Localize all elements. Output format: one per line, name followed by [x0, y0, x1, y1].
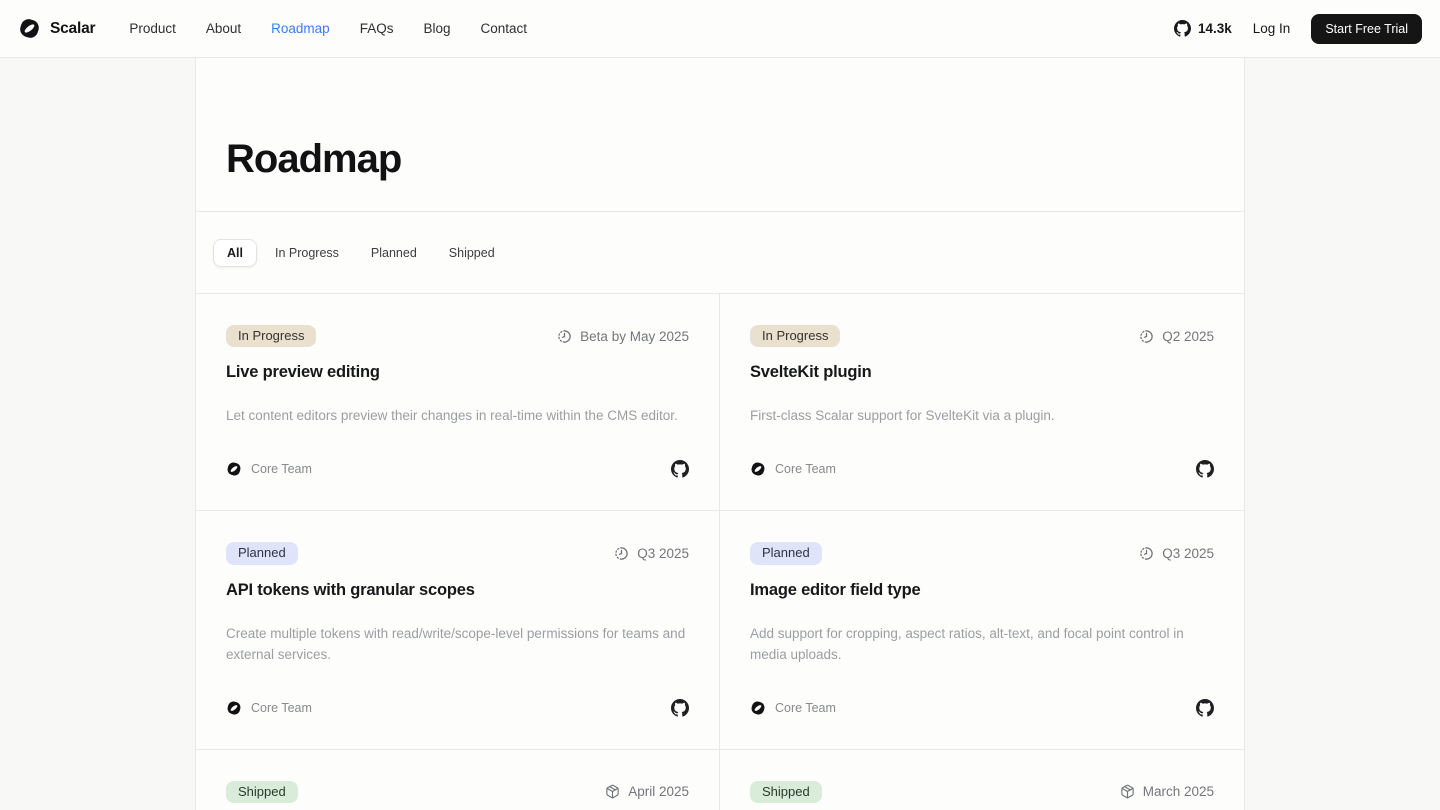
roadmap-card: ShippedApril 2025Code-first schema sync — [196, 749, 720, 810]
card-meta-text: Q3 2025 — [637, 545, 689, 561]
card-team: Core Team — [226, 700, 312, 716]
card-footer: Core Team — [750, 665, 1214, 717]
filter-shipped[interactable]: Shipped — [435, 239, 509, 267]
brand-name: Scalar — [50, 19, 96, 37]
roadmap-grid: In Progress Beta by May 2025 Live preview … — [196, 294, 1244, 810]
start-free-trial-button[interactable]: Start Free Trial — [1311, 13, 1422, 44]
filter-in-progress[interactable]: In Progress — [261, 239, 353, 267]
roadmap-card: In Progress Beta by May 2025 Live preview … — [196, 294, 720, 512]
card-team: Core Team — [750, 700, 836, 716]
team-name: Core Team — [775, 700, 836, 715]
github-icon — [1173, 20, 1191, 37]
scalar-logo-icon — [750, 700, 766, 716]
roadmap-card: ShippedMarch 2025GitHub integration (bet… — [720, 750, 1244, 810]
card-meta: Beta by May 2025 — [557, 329, 689, 344]
scalar-logo-icon — [750, 461, 766, 477]
github-star-count: 14.3k — [1197, 21, 1232, 36]
status-badge: In Progress — [226, 325, 317, 348]
page-title: Roadmap — [226, 137, 402, 181]
scalar-logo-icon — [18, 17, 41, 40]
content-column: Roadmap All In Progress Planned Shipped In … — [195, 58, 1245, 810]
card-footer: Core Team — [750, 426, 1214, 478]
github-icon[interactable] — [1196, 698, 1214, 717]
top-navbar: Scalar Product About Roadmap FAQs Blog Contac… — [0, 0, 1440, 58]
card-footer: Core Team — [226, 665, 689, 717]
nav-item-about[interactable]: About — [206, 21, 241, 36]
brand[interactable]: Scalar — [18, 17, 96, 40]
clock-icon — [557, 329, 572, 344]
card-meta: March 2025 — [1120, 784, 1214, 799]
card-meta-text: March 2025 — [1142, 784, 1214, 800]
card-description: First-class Scalar support for SvelteKit… — [750, 408, 1055, 424]
filter-all[interactable]: All — [213, 238, 257, 267]
card-meta: Q3 2025 — [614, 546, 689, 561]
nav-item-faqs[interactable]: FAQs — [360, 21, 394, 36]
team-name: Core Team — [251, 462, 312, 477]
filter-planned[interactable]: Planned — [357, 239, 431, 267]
login-link[interactable]: Log In — [1253, 21, 1291, 36]
status-badge: In Progress — [750, 325, 841, 348]
card-meta-text: Q3 2025 — [1162, 545, 1214, 561]
status-badge: Planned — [226, 542, 298, 565]
roadmap-card: Planned Q3 2025 Image editor field type Add… — [720, 511, 1244, 750]
scalar-logo-icon — [226, 700, 242, 716]
github-icon[interactable] — [671, 460, 689, 478]
card-team: Core Team — [226, 461, 312, 477]
card-meta: April 2025 — [605, 784, 689, 799]
card-team: Core Team — [750, 461, 836, 477]
card-description: Let content editors preview their change… — [226, 408, 678, 424]
status-badge: Planned — [750, 542, 822, 565]
card-title: Live preview editing — [226, 363, 380, 382]
card-meta-text: April 2025 — [628, 784, 689, 800]
github-icon[interactable] — [1196, 460, 1214, 478]
github-stars[interactable]: 14.3k — [1173, 20, 1232, 37]
card-title: Image editor field type — [750, 580, 921, 599]
filter-bar: All In Progress Planned Shipped — [196, 212, 1244, 294]
package-icon — [605, 784, 620, 799]
card-description: Add support for cropping, aspect ratios,… — [750, 625, 1184, 662]
status-badge: Shipped — [750, 780, 822, 803]
card-meta: Q2 2025 — [1139, 329, 1214, 344]
package-icon — [1120, 784, 1135, 799]
nav-item-product[interactable]: Product — [129, 21, 176, 36]
clock-icon — [1139, 329, 1154, 344]
clock-icon — [1139, 546, 1154, 561]
card-meta-text: Beta by May 2025 — [580, 328, 689, 344]
navbar-right: 14.3k Log In Start Free Trial — [1173, 13, 1422, 44]
card-description: Create multiple tokens with read/write/s… — [226, 625, 686, 662]
clock-icon — [614, 546, 629, 561]
github-icon[interactable] — [671, 698, 689, 717]
nav-item-contact[interactable]: Contact — [481, 21, 528, 36]
scalar-logo-icon — [226, 461, 242, 477]
card-meta-text: Q2 2025 — [1162, 328, 1214, 344]
page-header: Roadmap — [196, 58, 1244, 212]
card-footer: Core Team — [226, 426, 689, 478]
nav-item-roadmap[interactable]: Roadmap — [271, 21, 330, 36]
team-name: Core Team — [251, 700, 312, 715]
card-meta: Q3 2025 — [1139, 546, 1214, 561]
card-title: SvelteKit plugin — [750, 363, 872, 382]
nav-item-blog[interactable]: Blog — [423, 21, 450, 36]
team-name: Core Team — [775, 462, 836, 477]
main-nav: Product About Roadmap FAQs Blog Contact — [129, 21, 527, 36]
status-badge: Shipped — [226, 780, 298, 803]
roadmap-card: Planned Q3 2025 API tokens with granular s… — [196, 511, 720, 750]
card-title: API tokens with granular scopes — [226, 580, 475, 599]
roadmap-card: In Progress Q2 2025 SvelteKit plugin First-… — [720, 294, 1244, 512]
